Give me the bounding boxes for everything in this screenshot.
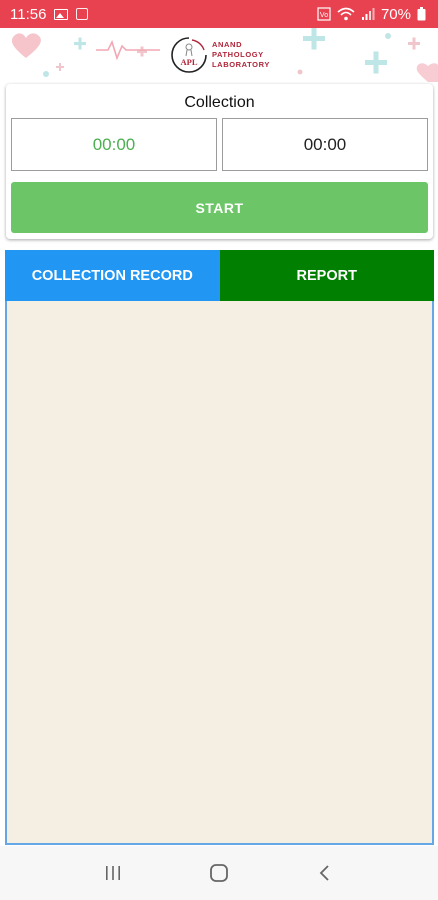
lab-logo-text: ANAND PATHOLOGY LABORATORY [212, 40, 270, 70]
lab-logo-mark: APL [171, 37, 207, 73]
signal-icon [361, 8, 375, 20]
status-time: 11:56 [10, 5, 47, 23]
back-icon [319, 865, 329, 881]
plus-icon [56, 63, 64, 71]
svg-text:Vo: Vo [320, 12, 328, 19]
status-right: Vo 70% [317, 6, 426, 23]
plus-icon [74, 37, 86, 50]
status-bar: 11:56 Vo 70% [0, 0, 438, 28]
lab-logo-initials: APL [181, 57, 198, 67]
battery-icon [417, 7, 426, 21]
lab-logo: APL ANAND PATHOLOGY LABORATORY [168, 32, 278, 78]
collection-end-time[interactable]: 00:00 [222, 118, 428, 171]
collection-record-list [5, 301, 434, 845]
battery-percent: 70% [380, 5, 411, 23]
wifi-icon [337, 7, 355, 21]
app-header: APL ANAND PATHOLOGY LABORATORY [0, 28, 438, 82]
heart-icon [416, 63, 438, 82]
recent-apps-icon [106, 866, 120, 880]
tab-collection-record[interactable]: COLLECTION RECORD [5, 250, 220, 301]
start-button[interactable]: START [11, 182, 428, 233]
system-nav-bar [0, 846, 438, 900]
tab-report[interactable]: REPORT [219, 250, 434, 301]
lab-name-line-3: LABORATORY [212, 60, 270, 69]
image-icon [54, 8, 69, 20]
collection-card: Collection 00:00 00:00 START [6, 84, 433, 239]
collection-start-time[interactable]: 00:00 [11, 118, 217, 171]
home-icon [210, 864, 228, 882]
back-button[interactable] [305, 853, 345, 893]
home-button[interactable] [199, 853, 239, 893]
volte-icon: Vo [317, 7, 331, 21]
app-notification-icon [76, 8, 89, 20]
plus-icon [408, 37, 420, 50]
lab-name-line-1: ANAND [212, 40, 243, 49]
collection-title: Collection [184, 94, 255, 111]
heart-icon [11, 33, 41, 58]
plus-icon [137, 46, 147, 57]
plus-icon [303, 28, 325, 50]
heartbeat-line-icon [96, 39, 160, 61]
status-left: 11:56 [10, 5, 89, 23]
plus-icon [365, 51, 387, 74]
recent-apps-button[interactable] [93, 853, 133, 893]
tab-bar: COLLECTION RECORD REPORT [5, 250, 434, 301]
lab-name-line-2: PATHOLOGY [212, 50, 264, 59]
